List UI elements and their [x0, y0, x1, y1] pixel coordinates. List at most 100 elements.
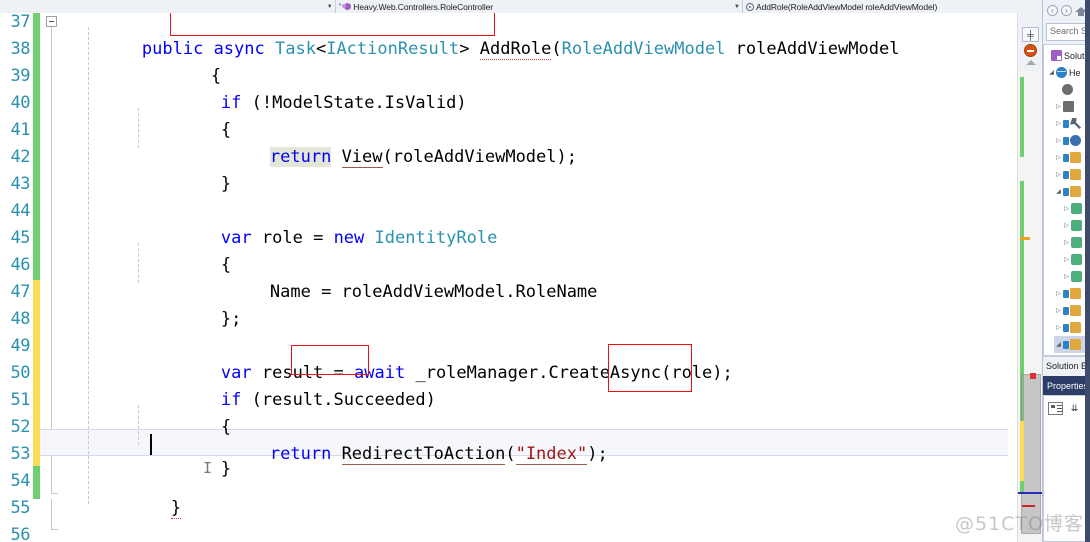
solution-explorer-tab[interactable]: Solution Ex [1043, 356, 1090, 374]
tree-node-folder-4[interactable]: ▷ [1054, 302, 1083, 319]
member-dropdown-value: AddRole(RoleAddViewModel roleAddViewMode… [756, 1, 938, 12]
code-line-40: { [60, 90, 231, 140]
right-tool-dock: ‹ › Search Sol Solut ◢ He ▷ ▷ ▷ ▷ ▷ ◢ ▷ … [1042, 0, 1090, 542]
twisty-down-icon[interactable]: ◢ [1054, 183, 1063, 200]
outlining-end-tick-2 [51, 529, 58, 530]
line-number: 39 [10, 66, 31, 86]
connected-services-icon [1062, 84, 1073, 95]
line-number: 42 [10, 147, 31, 167]
back-arrow-icon[interactable]: ‹ [1047, 5, 1058, 16]
twisty-right-icon[interactable]: ▷ [1054, 149, 1063, 166]
token-brace-close-53: } [220, 459, 232, 479]
tree-node-solution[interactable]: Solut [1051, 47, 1085, 64]
editor-vertical-scrollbar[interactable]: ╪ [1017, 13, 1043, 542]
tree-node-folder-5[interactable]: ▷ [1054, 319, 1083, 336]
token-createasync-call: _roleManager.CreateAsync(role); [415, 363, 733, 383]
cs-file-icon [1071, 220, 1082, 231]
scrollmap-change-green-1 [1020, 77, 1024, 157]
folder-icon [1070, 288, 1081, 299]
scrollmap-bookmark-orange [1020, 237, 1030, 240]
tree-node-connected-services[interactable] [1062, 81, 1075, 98]
line-number: 55 [10, 498, 31, 518]
line-number: 43 [10, 174, 31, 194]
tree-node-folder-2[interactable]: ▷ [1054, 166, 1083, 183]
line-number: 46 [10, 255, 31, 275]
cs-file-icon [1071, 271, 1082, 282]
scrollbar-top-buttons: ╪ [1018, 13, 1043, 71]
tree-node-file-2[interactable]: ▷ [1062, 217, 1084, 234]
chevron-down-icon-2[interactable]: ▼ [732, 0, 743, 13]
folder-icon [1070, 322, 1081, 333]
globe-icon [1070, 135, 1081, 146]
wrench-icon [1070, 118, 1081, 129]
scrollbar-thumb[interactable] [1021, 374, 1041, 534]
twisty-right-icon[interactable]: ▷ [1054, 166, 1063, 183]
twisty-right-icon[interactable]: ▷ [1062, 251, 1071, 268]
scrollmap-error-marker [1030, 373, 1036, 379]
scrollmap-caret-position [1018, 492, 1043, 494]
token-name-assign: Name = roleAddViewModel.RoleName [269, 282, 598, 302]
scrollbar-track[interactable] [1018, 71, 1043, 542]
code-line-46: Name = roleAddViewModel.RoleName [60, 252, 598, 302]
tree-node-wwwroot[interactable]: ▷ [1054, 132, 1083, 149]
alphabetical-sort-icon[interactable]: ⇊ [1067, 402, 1082, 415]
collapse-region-toggle[interactable] [46, 16, 57, 27]
class-dropdown[interactable]: ▼ * Heavy.Web.Controllers.RoleController [0, 0, 497, 13]
forward-arrow-icon[interactable]: › [1061, 5, 1072, 16]
code-line-53: } [60, 429, 231, 479]
tree-node-project[interactable]: ◢ He [1047, 64, 1081, 81]
chevron-down-icon[interactable]: ▼ [325, 0, 336, 13]
cs-file-icon [1071, 203, 1082, 214]
split-view-icon[interactable]: ╪ [1022, 27, 1039, 42]
properties-panel-body[interactable]: ⇊ [1043, 395, 1090, 542]
properties-panel-title: Properties [1047, 380, 1089, 391]
tree-node-file-3[interactable]: ▷ [1062, 234, 1084, 251]
line-number: 49 [10, 336, 31, 356]
outlining-column[interactable] [44, 13, 60, 542]
properties-toolbar: ⇊ [1048, 402, 1082, 415]
search-input[interactable]: Search Sol [1046, 23, 1090, 41]
visual-studio-window: ▼ * Heavy.Web.Controllers.RoleController… [0, 0, 1090, 542]
solution-explorer-toolbar: ‹ › [1043, 0, 1090, 21]
twisty-right-icon[interactable]: ▷ [1062, 217, 1071, 234]
twisty-right-icon[interactable]: ▷ [1054, 302, 1063, 319]
tree-node-file-1[interactable]: ▷ [1062, 200, 1084, 217]
tree-node-properties-folder[interactable]: ▷ [1054, 115, 1083, 132]
code-line-49: var result = await _roleManager.CreateAs… [60, 333, 733, 383]
line-number: 38 [10, 39, 31, 59]
outlining-vertical-line [51, 27, 52, 493]
line-number: 52 [10, 417, 31, 437]
twisty-right-icon[interactable]: ▷ [1062, 234, 1071, 251]
twisty-right-icon[interactable]: ▷ [1062, 268, 1071, 285]
twisty-right-icon[interactable]: ▷ [1054, 98, 1063, 115]
tree-node-folder-3[interactable]: ▷ [1054, 285, 1083, 302]
token-iactionresult: IActionResult [326, 39, 460, 59]
tree-node-file-4[interactable]: ▷ [1062, 251, 1084, 268]
tree-node-controllers-folder[interactable]: ◢ [1054, 183, 1083, 200]
lock-icon [1063, 119, 1069, 128]
twisty-right-icon[interactable]: ▷ [1062, 200, 1071, 217]
stop-error-icon[interactable] [1024, 44, 1037, 57]
tree-node-file-5[interactable]: ▷ [1062, 268, 1084, 285]
lock-icon [1063, 340, 1069, 349]
editor-navigation-bar: ▼ * Heavy.Web.Controllers.RoleController… [0, 0, 1042, 13]
categorized-view-icon[interactable] [1048, 402, 1063, 415]
twisty-right-icon[interactable]: ▷ [1054, 115, 1063, 132]
scroll-up-arrow-icon[interactable] [1026, 60, 1036, 65]
twisty-down-icon[interactable]: ◢ [1054, 336, 1063, 353]
twisty-right-icon[interactable]: ▷ [1054, 285, 1063, 302]
code-editor[interactable]: 37 38 39 40 41 42 43 44 45 46 47 48 49 5… [0, 13, 1017, 542]
token-roleaddviewmodel-param: roleAddViewModel [735, 39, 900, 59]
member-dropdown[interactable]: ▼ AddRole(RoleAddViewModel roleAddViewMo… [497, 0, 1042, 13]
class-dropdown-value: Heavy.Web.Controllers.RoleController [353, 1, 493, 12]
tree-node-dependencies[interactable]: ▷ [1054, 98, 1076, 115]
twisty-down-icon[interactable]: ◢ [1047, 64, 1056, 81]
lock-icon [1063, 136, 1069, 145]
tree-node-folder-1[interactable]: ▷ [1054, 149, 1083, 166]
code-line-38: { [60, 36, 221, 86]
properties-panel-header[interactable]: Properties [1043, 376, 1090, 395]
twisty-right-icon[interactable]: ▷ [1054, 132, 1063, 149]
token-identityrole: IdentityRole [374, 228, 498, 248]
twisty-right-icon[interactable]: ▷ [1054, 319, 1063, 336]
solution-explorer-tree[interactable]: Solut ◢ He ▷ ▷ ▷ ▷ ▷ ◢ ▷ ▷ ▷ ▷ ▷ ▷ ▷ ▷ ◢ [1043, 44, 1090, 356]
